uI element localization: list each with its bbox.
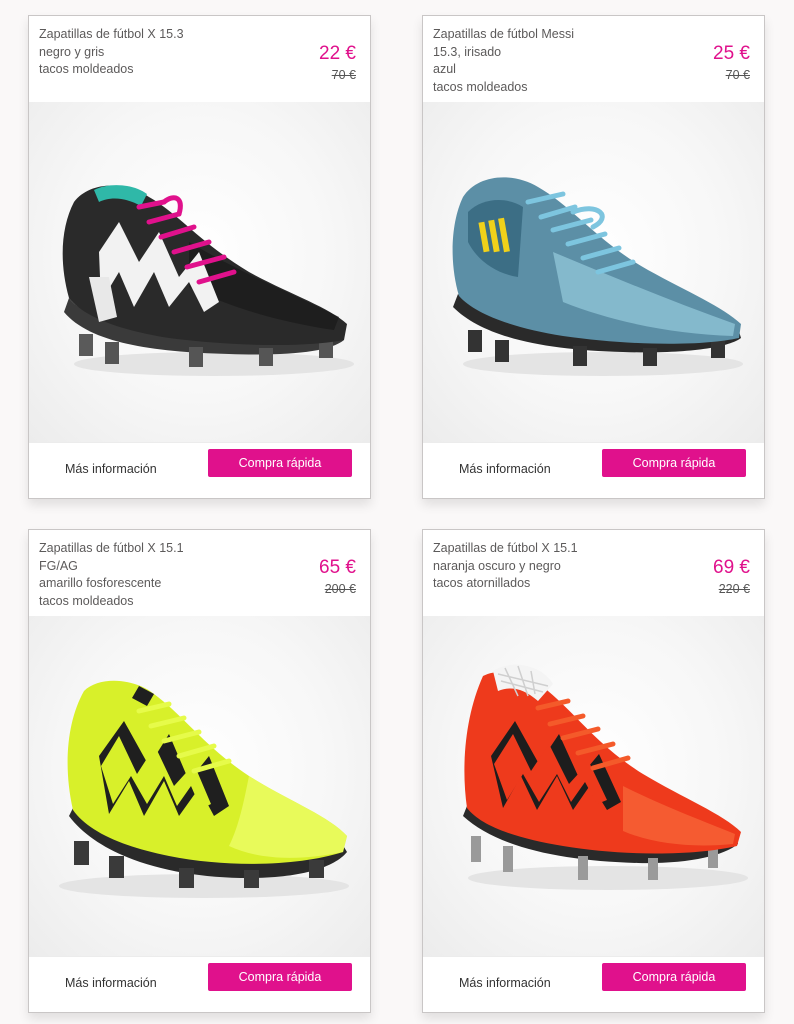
title-line: tacos moldeados — [39, 593, 134, 608]
sale-price: 25 € — [713, 43, 750, 64]
quick-buy-button[interactable]: Compra rápida — [602, 449, 746, 477]
title-line: 15.3, irisado — [433, 44, 502, 59]
title-line: negro y gris — [39, 44, 105, 59]
price-block: 22 € 70 € — [319, 43, 356, 84]
quick-buy-button[interactable]: Compra rápida — [602, 963, 746, 991]
neon-yellow-boot-image — [59, 680, 349, 898]
title-line: Zapatillas de fútbol X 15.3 — [39, 27, 184, 41]
original-price: 70 € — [725, 68, 750, 82]
product-image[interactable] — [29, 616, 370, 956]
title-line: Zapatillas de fútbol X 15.1 — [433, 541, 578, 555]
product-image[interactable] — [423, 102, 764, 442]
more-info-link[interactable]: Más información — [459, 976, 551, 990]
product-header: Zapatillas de fútbol X 15.1 naranja oscu… — [423, 530, 764, 616]
product-footer: Más información Compra rápida — [423, 442, 764, 498]
quick-buy-button[interactable]: Compra rápida — [208, 963, 352, 991]
product-title[interactable]: Zapatillas de fútbol Messi 15.3, irisado… — [433, 26, 673, 96]
title-line: FG/AG — [39, 558, 78, 573]
title-line: naranja oscuro y negro — [433, 558, 561, 573]
product-card[interactable]: Zapatillas de fútbol X 15.3 negro y gris… — [28, 15, 371, 499]
original-price: 70 € — [331, 68, 356, 82]
sale-price: 69 € — [713, 557, 750, 578]
product-image[interactable] — [423, 616, 764, 956]
price-block: 65 € 200 € — [319, 557, 356, 598]
product-image[interactable] — [29, 102, 370, 442]
orange-black-boot-image — [463, 664, 748, 890]
original-price: 200 € — [324, 582, 356, 596]
title-line: amarillo fosforescente — [39, 576, 162, 590]
title-line: tacos moldeados — [433, 79, 528, 94]
price-block: 25 € 70 € — [713, 43, 750, 84]
product-title[interactable]: Zapatillas de fútbol X 15.1 naranja oscu… — [433, 540, 673, 593]
product-card[interactable]: Zapatillas de fútbol X 15.1 naranja oscu… — [422, 529, 765, 1013]
product-grid: Zapatillas de fútbol X 15.3 negro y gris… — [0, 0, 794, 1024]
sale-price: 22 € — [319, 43, 356, 64]
title-line: Zapatillas de fútbol Messi — [433, 27, 575, 41]
more-info-link[interactable]: Más información — [459, 462, 551, 476]
product-header: Zapatillas de fútbol Messi 15.3, irisado… — [423, 16, 764, 102]
product-header: Zapatillas de fútbol X 15.1 FG/AG amaril… — [29, 530, 370, 616]
product-title[interactable]: Zapatillas de fútbol X 15.3 negro y gris… — [39, 26, 279, 79]
product-footer: Más información Compra rápida — [29, 956, 370, 1012]
title-line: azul — [433, 62, 456, 76]
product-footer: Más información Compra rápida — [423, 956, 764, 1012]
quick-buy-button[interactable]: Compra rápida — [208, 449, 352, 477]
product-card[interactable]: Zapatillas de fútbol X 15.1 FG/AG amaril… — [28, 529, 371, 1013]
iridescent-blue-boot-image — [452, 177, 743, 376]
original-price: 220 € — [718, 582, 750, 596]
product-card[interactable]: Zapatillas de fútbol Messi 15.3, irisado… — [422, 15, 765, 499]
product-title[interactable]: Zapatillas de fútbol X 15.1 FG/AG amaril… — [39, 540, 279, 610]
more-info-link[interactable]: Más información — [65, 976, 157, 990]
more-info-link[interactable]: Más información — [65, 462, 157, 476]
price-block: 69 € 220 € — [713, 557, 750, 598]
product-footer: Más información Compra rápida — [29, 442, 370, 498]
black-white-pink-boot-image — [62, 185, 354, 376]
title-line: tacos moldeados — [39, 62, 134, 76]
product-header: Zapatillas de fútbol X 15.3 negro y gris… — [29, 16, 370, 102]
title-line: Zapatillas de fútbol X 15.1 — [39, 541, 184, 555]
sale-price: 65 € — [319, 557, 356, 578]
title-line: tacos atornillados — [433, 576, 531, 590]
